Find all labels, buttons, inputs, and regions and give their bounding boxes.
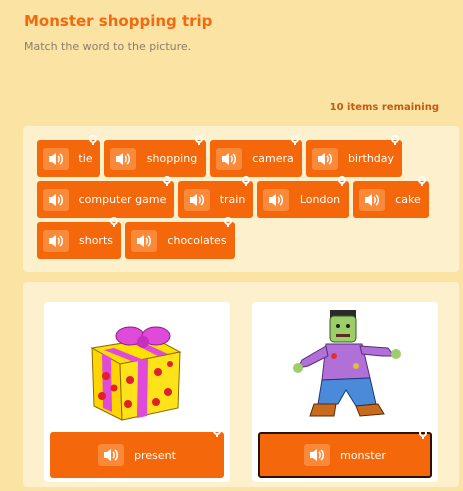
word-chip-label: train <box>219 193 246 206</box>
word-chip-label: chocolates <box>167 234 227 247</box>
pin-icon <box>213 427 221 437</box>
speaker-icon[interactable] <box>216 147 242 170</box>
pin-icon <box>418 176 426 186</box>
word-chip[interactable]: camera <box>210 135 302 177</box>
word-chip-label: cake <box>395 193 421 206</box>
word-chip[interactable]: shorts <box>37 217 121 259</box>
pin-icon <box>224 217 232 227</box>
pin-icon <box>110 217 118 227</box>
speaker-icon[interactable] <box>184 188 210 211</box>
picture-card-monster: monster <box>252 302 438 482</box>
pin-icon <box>242 176 250 186</box>
word-chip[interactable]: shopping <box>104 135 206 177</box>
word-chip[interactable]: cake <box>353 176 429 218</box>
word-chip-label: shopping <box>146 152 198 165</box>
word-chip[interactable]: tie <box>37 135 100 177</box>
page-title: Monster shopping trip <box>24 12 213 30</box>
word-chip[interactable]: birthday <box>306 135 402 177</box>
word-chip-label: shorts <box>79 234 113 247</box>
word-chip-label: computer game <box>78 193 167 206</box>
pin-icon <box>419 429 427 439</box>
word-chip-label: birthday <box>347 152 395 165</box>
items-remaining-counter: 10 items remaining <box>329 102 439 113</box>
instructions-text: Match the word to the picture. <box>24 40 192 53</box>
speaker-icon[interactable] <box>131 229 157 252</box>
speaker-icon[interactable] <box>263 188 289 211</box>
speaker-icon[interactable] <box>312 147 338 170</box>
answer-label: monster <box>340 448 386 462</box>
speaker-icon[interactable] <box>110 147 136 170</box>
answer-label: present <box>134 448 176 462</box>
pin-icon <box>89 135 97 145</box>
word-chip[interactable]: computer game <box>37 176 174 218</box>
gift-box-picture <box>90 326 182 421</box>
speaker-icon[interactable] <box>43 188 69 211</box>
word-chip[interactable]: London <box>257 176 349 218</box>
speaker-icon[interactable] <box>43 229 69 252</box>
word-chip[interactable]: chocolates <box>125 217 235 259</box>
word-chip[interactable]: train <box>178 176 253 218</box>
speaker-icon[interactable] <box>304 444 331 466</box>
picture-card-present: present <box>44 302 230 482</box>
pin-icon <box>195 135 203 145</box>
answer-button[interactable]: present <box>50 427 224 478</box>
pin-icon <box>163 176 171 186</box>
word-chip-label: London <box>299 193 341 206</box>
word-chip-label: tie <box>78 152 93 165</box>
answer-button[interactable]: monster <box>258 429 432 478</box>
speaker-icon[interactable] <box>359 188 385 211</box>
monster-picture <box>293 310 401 417</box>
word-chip-label: camera <box>252 152 294 165</box>
speaker-icon[interactable] <box>98 444 125 466</box>
speaker-icon[interactable] <box>43 147 69 170</box>
pin-icon <box>338 176 346 186</box>
word-bank-panel: tie shopping camera birthday computer ga… <box>23 126 459 272</box>
pin-icon <box>391 135 399 145</box>
pin-icon <box>291 135 299 145</box>
